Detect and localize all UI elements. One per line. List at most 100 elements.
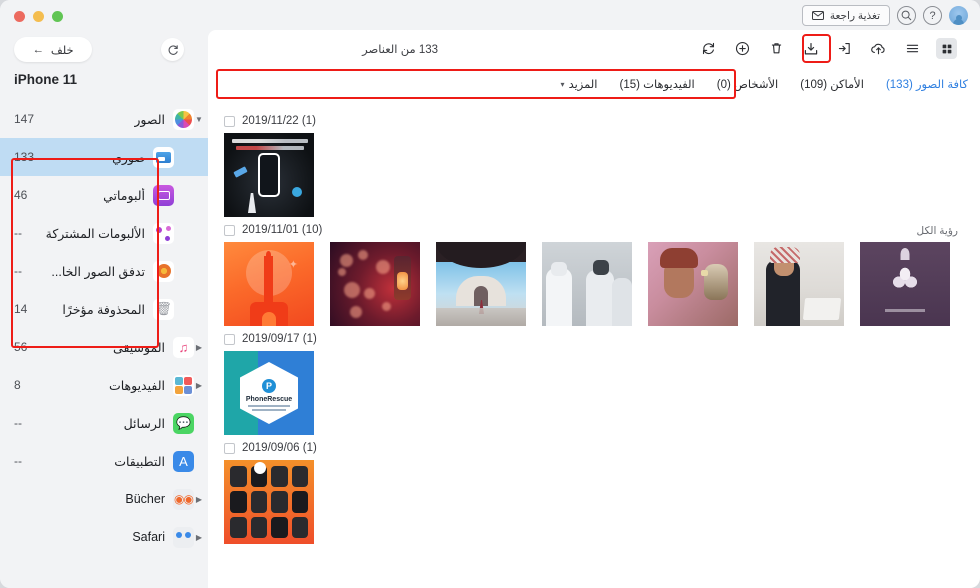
music-icon: ♫ — [173, 336, 194, 358]
help-button[interactable]: ? — [923, 6, 942, 25]
tab-0[interactable]: كافة الصور (133) — [886, 77, 968, 91]
my-albums-icon — [153, 184, 174, 206]
group-header: 2019/09/17 (1) — [208, 326, 980, 351]
device-name: iPhone 11 — [14, 72, 78, 87]
sidebar-item-5[interactable]: 🗑 المحذوفة مؤخرًا 14 — [0, 290, 208, 328]
sidebar-item-6[interactable]: ▶ ♫ الموسيقى 56 — [0, 328, 208, 366]
back-button[interactable]: خلف ← — [14, 37, 92, 62]
sidebar-item-count: 133 — [14, 150, 35, 164]
sidebar-item-4[interactable]: تدفق الصور الخا... -- — [0, 252, 208, 290]
refresh-icon[interactable] — [698, 38, 719, 59]
search-button[interactable] — [897, 6, 916, 25]
sidebar-item-count: 147 — [14, 112, 35, 126]
sidebar-item-1[interactable]: صوري 133 — [0, 138, 208, 176]
sidebar-item-count: -- — [14, 264, 22, 278]
apps-icon: A — [173, 450, 194, 472]
books-icon: ◉◉ — [173, 488, 194, 510]
delete-icon[interactable] — [766, 38, 787, 59]
chevron-down-icon[interactable]: ▾ — [561, 80, 565, 89]
sidebar-item-2[interactable]: ألبوماتي 46 — [0, 176, 208, 214]
tab-label: المزيد — [568, 79, 598, 91]
photo-thumbnail-0-0[interactable] — [224, 133, 314, 217]
add-icon[interactable] — [732, 38, 753, 59]
tab-3[interactable]: الفيديوهات (15) — [620, 77, 695, 91]
sidebar-item-count: -- — [14, 454, 22, 468]
avatar[interactable] — [949, 6, 968, 25]
group-select-checkbox[interactable] — [224, 442, 235, 454]
tab-label: الأشخاص (0) — [716, 79, 779, 91]
photo-thumbnail-1-2[interactable] — [436, 242, 526, 326]
title-bar: تغذية راجعة ? — [0, 0, 980, 30]
group-select-checkbox[interactable] — [224, 333, 235, 345]
group-select-checkbox[interactable] — [224, 115, 235, 127]
tab-bar: كافة الصور (133) الأماكن (109) الأشخاص (0)… — [208, 68, 980, 100]
disclosure-arrow-icon[interactable]: ▶ — [194, 495, 204, 504]
photo-thumbnail-1-0[interactable]: ✦ — [224, 242, 314, 326]
tab-1[interactable]: الأماكن (109) — [800, 77, 864, 91]
sidebar-item-9[interactable]: A التطبيقات -- — [0, 442, 208, 480]
photos-icon — [173, 108, 194, 130]
sidebar-item-label: تدفق الصور الخا... — [51, 264, 145, 279]
titlebar-actions: تغذية راجعة ? — [801, 5, 968, 26]
photo-thumbnail-1-5[interactable] — [754, 242, 844, 326]
safari-icon — [173, 526, 194, 548]
sidebar-item-7[interactable]: ▶ الفيديوهات 8 — [0, 366, 208, 404]
disclosure-arrow-icon[interactable]: ▶ — [194, 533, 204, 542]
sidebar-item-0[interactable]: ▼ الصور 147 — [0, 100, 208, 138]
group-header: 2019/11/22 (1) — [208, 108, 980, 133]
content-header: 133 من العناصر — [208, 30, 980, 68]
videos-icon — [173, 374, 194, 396]
mail-icon — [811, 11, 824, 20]
tab-label: كافة الصور (133) — [885, 79, 968, 91]
search-icon — [901, 10, 912, 21]
sidebar-item-label: المحذوفة مؤخرًا — [62, 302, 145, 317]
sidebar-item-count: -- — [14, 226, 22, 240]
sidebar: خلف ← iPhone 11 ▼ الصور 147 صوري 133 ألبوماتي… — [0, 30, 208, 588]
cloud-upload-icon[interactable] — [868, 38, 889, 59]
thumbnail-row: P PhoneRescue — [208, 351, 980, 435]
see-all-link[interactable]: رؤية الكل — [917, 225, 958, 237]
photo-group-2: 2019/09/17 (1) P PhoneRescue — [208, 326, 980, 435]
import-icon[interactable] — [834, 38, 855, 59]
minimize-button[interactable] — [33, 11, 44, 22]
sidebar-item-label: Bücher — [125, 492, 165, 506]
sidebar-item-label: صوري — [112, 150, 145, 165]
sidebar-item-11[interactable]: ▶ Safari — [0, 518, 208, 556]
sidebar-nav: ▼ الصور 147 صوري 133 ألبوماتي 46 الألبومات المش… — [0, 98, 208, 556]
list-view-icon[interactable] — [902, 38, 923, 59]
photo-thumbnail-1-6[interactable] — [860, 242, 950, 326]
sidebar-item-8[interactable]: 💬 الرسائل -- — [0, 404, 208, 442]
disclosure-arrow-icon[interactable]: ▶ — [194, 343, 204, 352]
tab-4[interactable]: المزيد ▾ — [561, 77, 598, 91]
group-select-checkbox[interactable] — [224, 224, 235, 236]
sidebar-item-count: 14 — [14, 302, 28, 316]
photo-thumbnail-2-0[interactable]: P PhoneRescue — [224, 351, 314, 435]
photo-group-1: 2019/11/01 (10) رؤية الكل ✦ — [208, 217, 980, 326]
photo-groups: 2019/11/22 (1) 2019/11/01 (10) رؤية الكل ✦ 2… — [208, 108, 980, 588]
group-header: 2019/09/06 (1) — [208, 435, 980, 460]
sidebar-item-3[interactable]: الألبومات المشتركة -- — [0, 214, 208, 252]
photo-group-3: 2019/09/06 (1) — [208, 435, 980, 544]
photo-thumbnail-1-1[interactable] — [330, 242, 420, 326]
photo-thumbnail-1-3[interactable] — [542, 242, 632, 326]
thumbnail-row — [208, 460, 980, 544]
photo-stream-icon — [153, 260, 174, 282]
photo-thumbnail-1-4[interactable] — [648, 242, 738, 326]
export-to-mac-icon[interactable] — [800, 38, 821, 59]
sidebar-item-label: الرسائل — [123, 416, 165, 431]
grid-view-icon[interactable] — [936, 38, 957, 59]
close-button[interactable] — [14, 11, 25, 22]
photo-thumbnail-3-0[interactable] — [224, 460, 314, 544]
tab-2[interactable]: الأشخاص (0) — [717, 77, 779, 91]
feedback-button[interactable]: تغذية راجعة — [801, 5, 890, 26]
tab-label: الأماكن (109) — [800, 79, 864, 91]
maximize-button[interactable] — [52, 11, 63, 22]
sidebar-item-count: 56 — [14, 340, 28, 354]
sidebar-refresh-button[interactable] — [161, 38, 184, 61]
messages-icon: 💬 — [173, 412, 194, 434]
sidebar-item-10[interactable]: ▶ ◉◉ Bücher — [0, 480, 208, 518]
sidebar-item-count: 8 — [14, 378, 21, 392]
disclosure-arrow-icon[interactable]: ▶ — [194, 381, 204, 390]
disclosure-arrow-icon[interactable]: ▼ — [194, 115, 204, 124]
app-window: تغذية راجعة ? خلف ← iPhone 11 ▼ الصور 14… — [0, 0, 980, 588]
